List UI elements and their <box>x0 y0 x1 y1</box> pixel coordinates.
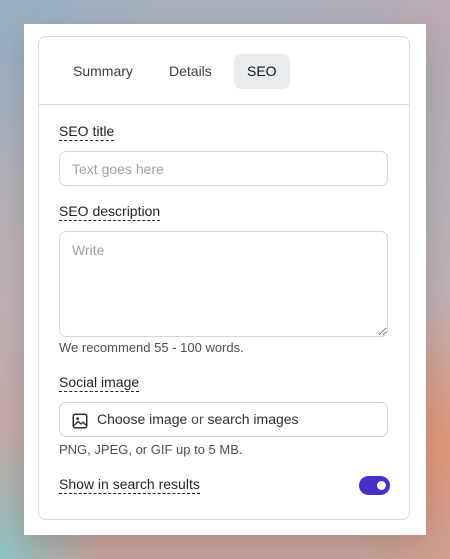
social-image-picker[interactable]: Choose image or search images <box>59 402 388 437</box>
show-in-search-label: Show in search results <box>59 476 200 494</box>
seo-title-input[interactable] <box>59 151 388 186</box>
social-image-picker-text: Choose image or search images <box>97 403 299 436</box>
tab-summary[interactable]: Summary <box>60 54 146 89</box>
image-icon <box>72 413 88 429</box>
choose-image-text[interactable]: Choose image <box>97 411 187 427</box>
show-in-search-toggle[interactable] <box>359 476 390 495</box>
seo-description-label: SEO description <box>59 203 161 221</box>
or-text: or <box>191 411 204 427</box>
seo-settings-card: Summary Details SEO SEO title SEO descri… <box>38 36 410 520</box>
social-image-label: Social image <box>59 374 140 392</box>
toggle-knob <box>377 481 386 490</box>
seo-description-hint: We recommend 55 - 100 words. <box>59 340 244 355</box>
tab-bar: Summary Details SEO <box>39 37 409 105</box>
search-images-text[interactable]: search images <box>208 411 299 427</box>
social-image-hint: PNG, JPEG, or GIF up to 5 MB. <box>59 442 243 457</box>
seo-title-label: SEO title <box>59 123 115 141</box>
tab-seo[interactable]: SEO <box>234 54 290 89</box>
seo-description-textarea[interactable] <box>59 231 388 337</box>
tab-details[interactable]: Details <box>156 54 225 89</box>
